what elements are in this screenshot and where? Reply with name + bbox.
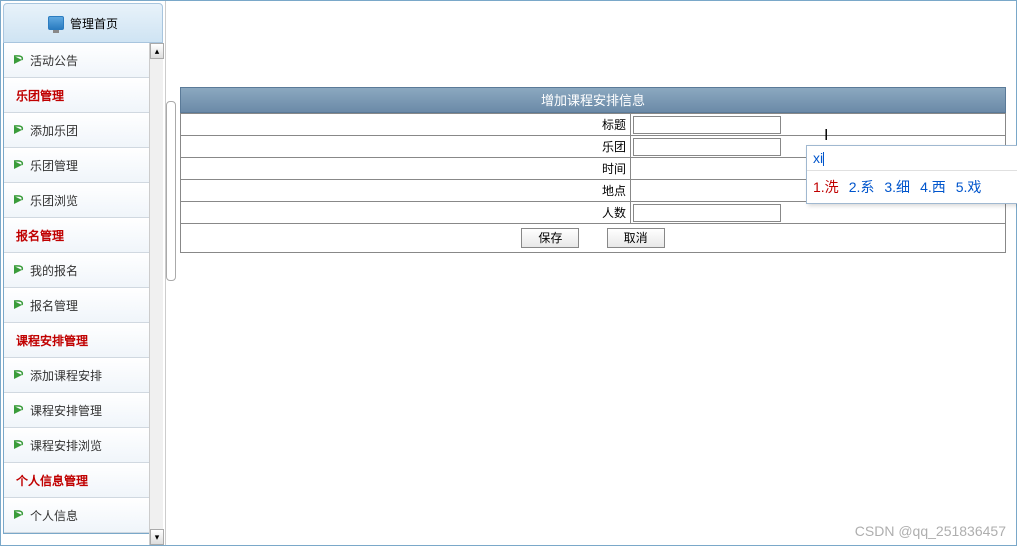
save-button[interactable]: 保存 bbox=[521, 228, 579, 248]
sidebar-scrollbar[interactable]: ▴ ▾ bbox=[149, 43, 163, 545]
arrow-icon bbox=[12, 508, 26, 522]
arrow-icon bbox=[12, 193, 26, 207]
ime-input-text: xi bbox=[813, 150, 823, 166]
ime-cursor bbox=[823, 152, 824, 166]
cancel-button[interactable]: 取消 bbox=[607, 228, 665, 248]
sidebar-header-orchestra: 乐团管理 bbox=[4, 78, 150, 113]
menu-label: 个人信息 bbox=[30, 507, 78, 524]
arrow-icon bbox=[12, 123, 26, 137]
sidebar-item-my-enrollment[interactable]: 我的报名 bbox=[4, 253, 150, 288]
sidebar-item-add-course[interactable]: 添加课程安排 bbox=[4, 358, 150, 393]
table-row: 人数 bbox=[181, 202, 1006, 224]
sidebar-item-manage-course[interactable]: 课程安排管理 bbox=[4, 393, 150, 428]
menu-label: 课程安排管理 bbox=[16, 332, 88, 349]
menu-label: 添加课程安排 bbox=[30, 367, 102, 384]
sidebar-item-add-orchestra[interactable]: 添加乐团 bbox=[4, 113, 150, 148]
orchestra-input[interactable] bbox=[633, 138, 781, 156]
ime-candidate-4[interactable]: 4.西 bbox=[920, 177, 946, 197]
label-time: 时间 bbox=[181, 158, 631, 180]
sidebar-item-manage-enrollment[interactable]: 报名管理 bbox=[4, 288, 150, 323]
ime-candidate-5[interactable]: 5.戏 bbox=[956, 177, 982, 197]
panel-collapse-handle[interactable] bbox=[166, 101, 176, 281]
sidebar-header-enrollment: 报名管理 bbox=[4, 218, 150, 253]
ime-candidate-1[interactable]: 1.洗 bbox=[813, 177, 839, 197]
watermark: CSDN @qq_251836457 bbox=[855, 523, 1006, 539]
arrow-icon bbox=[12, 158, 26, 172]
menu-label: 活动公告 bbox=[30, 52, 78, 69]
sidebar-item-activity-notice[interactable]: 活动公告 bbox=[4, 43, 150, 78]
title-input[interactable] bbox=[633, 116, 781, 134]
menu-label: 报名管理 bbox=[30, 297, 78, 314]
label-title: 标题 bbox=[181, 114, 631, 136]
menu-label: 我的报名 bbox=[30, 262, 78, 279]
sidebar-home[interactable]: 管理首页 bbox=[3, 3, 163, 43]
arrow-icon bbox=[12, 403, 26, 417]
sidebar-header-courses: 课程安排管理 bbox=[4, 323, 150, 358]
menu-label: 乐团管理 bbox=[16, 87, 64, 104]
scroll-up-button[interactable]: ▴ bbox=[150, 43, 164, 59]
chevron-up-icon: ▴ bbox=[155, 46, 160, 57]
ime-composition: xi S bbox=[807, 146, 1017, 171]
sidebar-home-label: 管理首页 bbox=[70, 15, 118, 32]
menu-label: 添加乐团 bbox=[30, 122, 78, 139]
menu-label: 个人信息管理 bbox=[16, 472, 88, 489]
chevron-down-icon: ▾ bbox=[155, 532, 160, 543]
menu-label: 课程安排浏览 bbox=[30, 437, 102, 454]
sidebar-item-manage-orchestra[interactable]: 乐团管理 bbox=[4, 148, 150, 183]
sidebar-header-profile: 个人信息管理 bbox=[4, 463, 150, 498]
menu-label: 乐团浏览 bbox=[30, 192, 78, 209]
arrow-icon bbox=[12, 368, 26, 382]
form-title: 增加课程安排信息 bbox=[180, 87, 1006, 113]
arrow-icon bbox=[12, 298, 26, 312]
ime-panel: xi S 1.洗 2.系 3.细 4.西 5.戏 ◀ ▶ ▾ bbox=[806, 145, 1017, 204]
sidebar-item-profile[interactable]: 个人信息 bbox=[4, 498, 150, 533]
arrow-icon bbox=[12, 263, 26, 277]
menu-label: 课程安排管理 bbox=[30, 402, 102, 419]
menu-label: 乐团管理 bbox=[30, 157, 78, 174]
sidebar-item-browse-orchestra[interactable]: 乐团浏览 bbox=[4, 183, 150, 218]
label-people: 人数 bbox=[181, 202, 631, 224]
arrow-icon bbox=[12, 53, 26, 67]
menu-label: 报名管理 bbox=[16, 227, 64, 244]
label-location: 地点 bbox=[181, 180, 631, 202]
arrow-icon bbox=[12, 438, 26, 452]
monitor-icon bbox=[48, 16, 64, 30]
table-row: 保存 取消 bbox=[181, 224, 1006, 253]
sidebar-item-browse-course[interactable]: 课程安排浏览 bbox=[4, 428, 150, 463]
scroll-down-button[interactable]: ▾ bbox=[150, 529, 164, 545]
ime-candidate-3[interactable]: 3.细 bbox=[884, 177, 910, 197]
ime-candidate-list: 1.洗 2.系 3.细 4.西 5.戏 ◀ ▶ ▾ bbox=[807, 171, 1017, 203]
table-row: 标题 bbox=[181, 114, 1006, 136]
label-orchestra: 乐团 bbox=[181, 136, 631, 158]
people-input[interactable] bbox=[633, 204, 781, 222]
ime-candidate-2[interactable]: 2.系 bbox=[849, 177, 875, 197]
